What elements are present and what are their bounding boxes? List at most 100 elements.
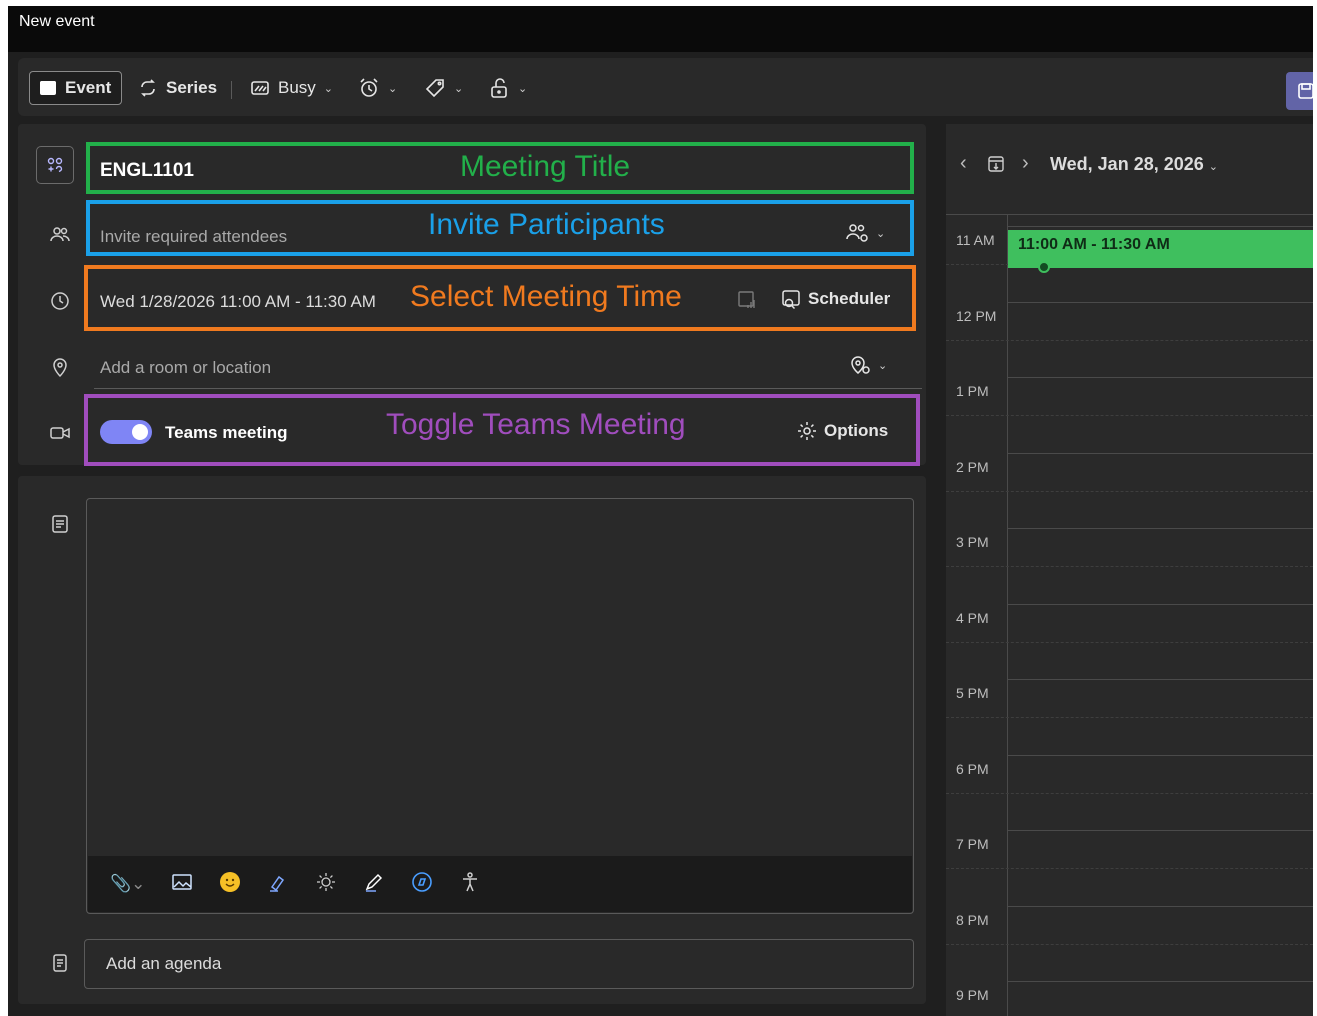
hour-label: 2 PM bbox=[956, 459, 989, 475]
chevron-left-icon[interactable]: ‹ bbox=[960, 152, 967, 175]
hour-line bbox=[1007, 302, 1313, 303]
hour-label: 1 PM bbox=[956, 383, 989, 399]
hour-line bbox=[1007, 755, 1313, 756]
half-hour-line bbox=[946, 868, 1313, 869]
toggle-teams-annotation: Toggle Teams Meeting bbox=[386, 408, 686, 441]
busy-status-icon bbox=[251, 81, 269, 95]
brightness-icon[interactable] bbox=[315, 871, 337, 898]
hour-label: 8 PM bbox=[956, 912, 989, 928]
title-bar: New event bbox=[8, 6, 1313, 52]
event-type-icon bbox=[36, 146, 74, 184]
chevron-down-icon: ⌄ bbox=[1208, 161, 1218, 173]
event-details-card: ENGL1101 Meeting Title Invite required a… bbox=[18, 124, 926, 466]
time-column-divider bbox=[1007, 214, 1008, 1016]
event-button[interactable]: Event bbox=[29, 71, 122, 105]
description-card: 📎⌄ Add an agenda bbox=[18, 476, 926, 1004]
event-label: Event bbox=[65, 78, 112, 97]
location-pin-icon bbox=[48, 355, 72, 379]
hour-label: 5 PM bbox=[956, 685, 989, 701]
hour-label: 6 PM bbox=[956, 761, 989, 777]
series-button[interactable]: Series bbox=[138, 71, 217, 105]
hour-line bbox=[1007, 906, 1313, 907]
half-hour-line bbox=[946, 415, 1313, 416]
meeting-title-annotation: Meeting Title bbox=[460, 150, 631, 183]
repeat-icon bbox=[141, 79, 155, 97]
hour-line bbox=[1007, 981, 1313, 982]
agenda-placeholder: Add an agenda bbox=[106, 954, 222, 973]
chevron-right-icon[interactable]: › bbox=[1022, 152, 1029, 175]
busy-dropdown[interactable]: Busy ⌄ bbox=[250, 71, 333, 105]
agenda-icon bbox=[48, 951, 72, 975]
save-icon bbox=[1298, 83, 1313, 99]
hour-line bbox=[1007, 528, 1313, 529]
calendar-header-divider bbox=[946, 214, 1313, 215]
chevron-down-icon: ⌄ bbox=[323, 82, 334, 95]
calendar-event-icon bbox=[40, 81, 56, 95]
event-toolbar: Event Series Busy ⌄ ⌄ ⌄ ⌄ bbox=[18, 58, 1313, 116]
location-settings-icon bbox=[851, 356, 870, 374]
window-title: New event bbox=[19, 13, 95, 30]
privacy-dropdown[interactable]: ⌄ bbox=[488, 71, 527, 105]
half-hour-line bbox=[946, 566, 1313, 567]
event-resize-handle[interactable] bbox=[1038, 261, 1050, 273]
accessibility-icon[interactable] bbox=[459, 871, 481, 898]
today-icon[interactable] bbox=[986, 154, 1006, 179]
image-icon[interactable] bbox=[171, 873, 193, 896]
chevron-down-icon: ⌄ bbox=[388, 82, 398, 95]
series-label: Series bbox=[166, 78, 218, 97]
hour-line bbox=[1007, 679, 1313, 680]
toolbar-divider bbox=[231, 81, 232, 99]
calendar-date-label: Wed, Jan 28, 2026 bbox=[1050, 154, 1204, 174]
select-time-annotation: Select Meeting Time bbox=[410, 280, 682, 313]
attendees-icon bbox=[48, 223, 72, 247]
event-time-label: 11:00 AM - 11:30 AM bbox=[1018, 236, 1170, 253]
hour-label: 9 PM bbox=[956, 987, 989, 1003]
agenda-input[interactable]: Add an agenda bbox=[84, 939, 914, 989]
emoji-icon[interactable] bbox=[219, 871, 241, 898]
pen-icon[interactable] bbox=[363, 871, 385, 898]
chevron-down-icon: ⌄ bbox=[878, 359, 888, 372]
notes-icon bbox=[48, 512, 72, 536]
half-hour-line bbox=[946, 642, 1313, 643]
hour-label: 7 PM bbox=[956, 836, 989, 852]
hour-line bbox=[1007, 226, 1313, 227]
unlock-icon bbox=[491, 78, 507, 98]
location-input[interactable]: Add a room or location bbox=[100, 358, 271, 378]
day-calendar-panel: ‹ › Wed, Jan 28, 2026 ⌄ 11 AM 12 PM 1 PM 2 … bbox=[946, 124, 1313, 1016]
editor-toolbar: 📎⌄ bbox=[88, 856, 912, 912]
calendar-event-block[interactable]: 11:00 AM - 11:30 AM bbox=[1008, 230, 1313, 268]
calendar-header: ‹ › Wed, Jan 28, 2026 ⌄ bbox=[946, 124, 1313, 214]
copilot-icon[interactable] bbox=[411, 871, 433, 898]
calendar-date-picker[interactable]: Wed, Jan 28, 2026 ⌄ bbox=[1050, 154, 1218, 175]
hour-label: 11 AM bbox=[956, 232, 995, 248]
category-dropdown[interactable]: ⌄ bbox=[424, 71, 463, 105]
tag-icon bbox=[425, 79, 444, 98]
hour-label: 3 PM bbox=[956, 534, 989, 550]
save-button[interactable] bbox=[1286, 72, 1313, 110]
location-options-button[interactable]: ⌄ bbox=[848, 354, 887, 376]
half-hour-line bbox=[946, 491, 1313, 492]
alarm-icon bbox=[360, 78, 378, 97]
hour-line bbox=[1007, 453, 1313, 454]
video-camera-icon bbox=[48, 421, 72, 445]
half-hour-line bbox=[946, 717, 1313, 718]
attach-file-icon[interactable]: 📎⌄ bbox=[110, 874, 145, 894]
location-underline bbox=[94, 388, 922, 389]
hour-line bbox=[1007, 604, 1313, 605]
half-hour-line bbox=[946, 793, 1313, 794]
clock-icon bbox=[48, 289, 72, 313]
hour-label: 4 PM bbox=[956, 610, 989, 626]
chevron-down-icon: ⌄ bbox=[518, 82, 528, 95]
half-hour-line bbox=[946, 944, 1313, 945]
highlighter-icon[interactable] bbox=[267, 871, 289, 898]
description-editor[interactable]: 📎⌄ bbox=[86, 498, 914, 914]
hour-line bbox=[1007, 830, 1313, 831]
half-hour-line bbox=[946, 340, 1313, 341]
reminder-dropdown[interactable]: ⌄ bbox=[358, 71, 397, 105]
hour-line bbox=[1007, 377, 1313, 378]
hour-label: 12 PM bbox=[956, 308, 997, 324]
invite-participants-annotation: Invite Participants bbox=[428, 208, 665, 241]
chevron-down-icon: ⌄ bbox=[454, 82, 464, 95]
new-event-window: New event Event Series Busy ⌄ ⌄ ⌄ ⌄ ENGL… bbox=[8, 6, 1313, 1016]
busy-label: Busy bbox=[278, 78, 316, 97]
